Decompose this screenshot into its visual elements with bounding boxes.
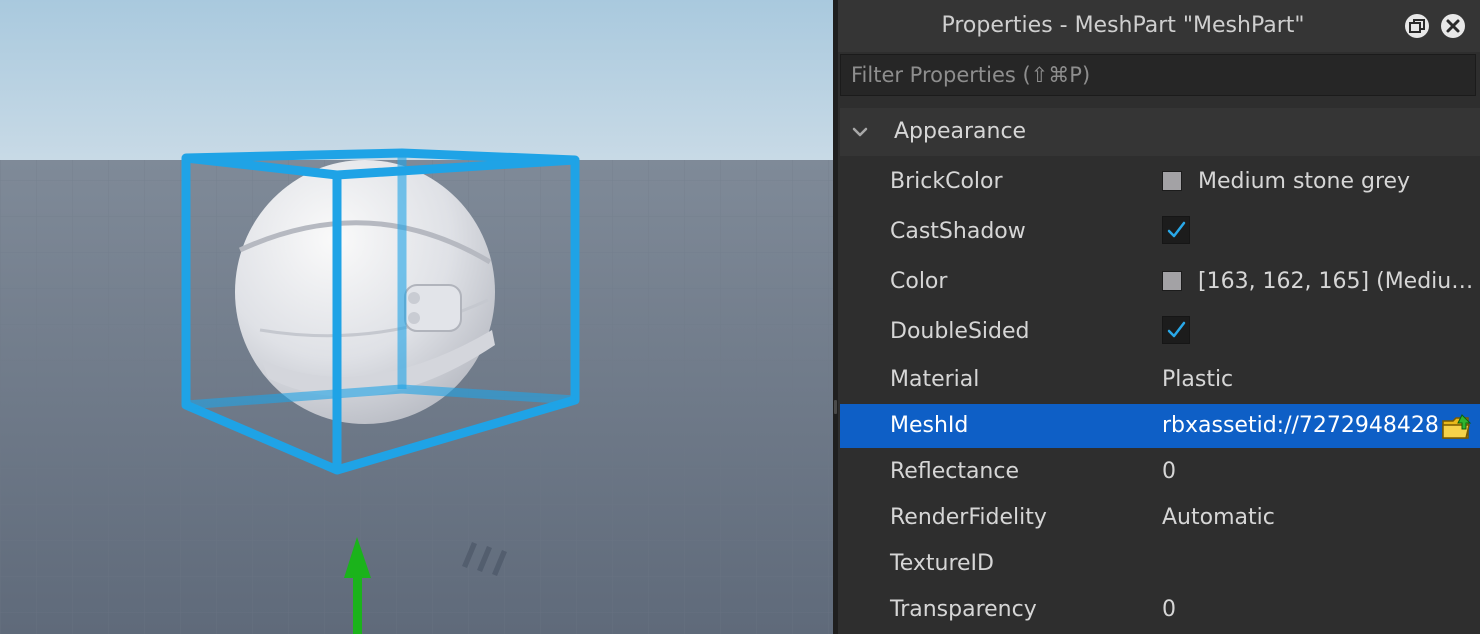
color-swatch[interactable] xyxy=(1162,171,1182,191)
close-button[interactable] xyxy=(1441,14,1465,38)
property-name: TextureID xyxy=(840,542,1149,586)
sky xyxy=(0,0,833,160)
color-swatch[interactable] xyxy=(1162,271,1182,291)
property-row-castshadow[interactable]: CastShadow xyxy=(840,208,1480,256)
meshpart-helmet[interactable] xyxy=(235,160,495,424)
property-name: Reflectance xyxy=(840,450,1149,494)
filter-properties-input[interactable] xyxy=(841,55,1475,95)
doublesided-checkbox[interactable] xyxy=(1162,316,1190,344)
checkmark-icon xyxy=(1167,221,1186,238)
chevron-down-icon[interactable] xyxy=(850,122,870,142)
property-name: Transparency xyxy=(840,588,1149,632)
property-row-brickcolor[interactable]: BrickColor Medium stone grey xyxy=(840,158,1480,206)
checkmark-icon xyxy=(1167,321,1186,338)
folder-icon[interactable] xyxy=(1442,413,1474,441)
category-appearance[interactable]: Appearance xyxy=(840,108,1480,156)
property-row-textureid[interactable]: TextureID xyxy=(840,542,1480,586)
property-name: CastShadow xyxy=(840,208,1149,256)
properties-panel: Properties - MeshPart "MeshPart" Appeara… xyxy=(838,0,1480,634)
property-name: RenderFidelity xyxy=(840,496,1149,540)
close-icon xyxy=(1446,19,1460,33)
property-value xyxy=(1152,208,1480,256)
property-row-material[interactable]: Material Plastic xyxy=(840,358,1480,402)
property-name: Material xyxy=(840,358,1149,402)
property-value[interactable]: rbxassetid://7272948428 xyxy=(1152,404,1480,448)
property-value[interactable]: 0 xyxy=(1152,450,1480,494)
property-name: MeshId xyxy=(840,404,1149,448)
category-label: Appearance xyxy=(894,119,1027,144)
property-row-color[interactable]: Color [163, 162, 165] (Medium stone grey… xyxy=(840,258,1480,306)
restore-icon xyxy=(1409,19,1425,33)
property-name: Color xyxy=(840,258,1149,306)
property-row-transparency[interactable]: Transparency 0 xyxy=(840,588,1480,632)
property-name: DoubleSided xyxy=(840,308,1149,356)
property-value[interactable]: Automatic xyxy=(1152,496,1480,540)
property-row-reflectance[interactable]: Reflectance 0 xyxy=(840,450,1480,494)
property-row-meshid[interactable]: MeshId rbxassetid://7272948428 xyxy=(840,404,1480,448)
property-value[interactable] xyxy=(1152,542,1480,586)
property-value[interactable]: Medium stone grey xyxy=(1152,158,1480,206)
property-value[interactable]: Plastic xyxy=(1152,358,1480,402)
restore-button[interactable] xyxy=(1405,14,1429,38)
splitter-grip[interactable] xyxy=(834,400,837,414)
filter-properties-field[interactable] xyxy=(840,54,1476,96)
viewport-scene[interactable] xyxy=(0,0,833,634)
viewport-3d[interactable] xyxy=(0,0,833,634)
properties-titlebar: Properties - MeshPart "MeshPart" xyxy=(838,0,1480,52)
property-value[interactable]: [163, 162, 165] (Medium stone grey) xyxy=(1152,258,1480,306)
panel-title: Properties - MeshPart "MeshPart" xyxy=(941,13,1305,38)
property-value[interactable]: 0 xyxy=(1152,588,1480,632)
castshadow-checkbox[interactable] xyxy=(1162,216,1190,244)
property-row-doublesided[interactable]: DoubleSided xyxy=(840,308,1480,356)
property-list: BrickColor Medium stone grey CastShadow … xyxy=(840,158,1480,634)
property-value xyxy=(1152,308,1480,356)
property-row-renderfidelity[interactable]: RenderFidelity Automatic xyxy=(840,496,1480,540)
property-name: BrickColor xyxy=(840,158,1149,206)
